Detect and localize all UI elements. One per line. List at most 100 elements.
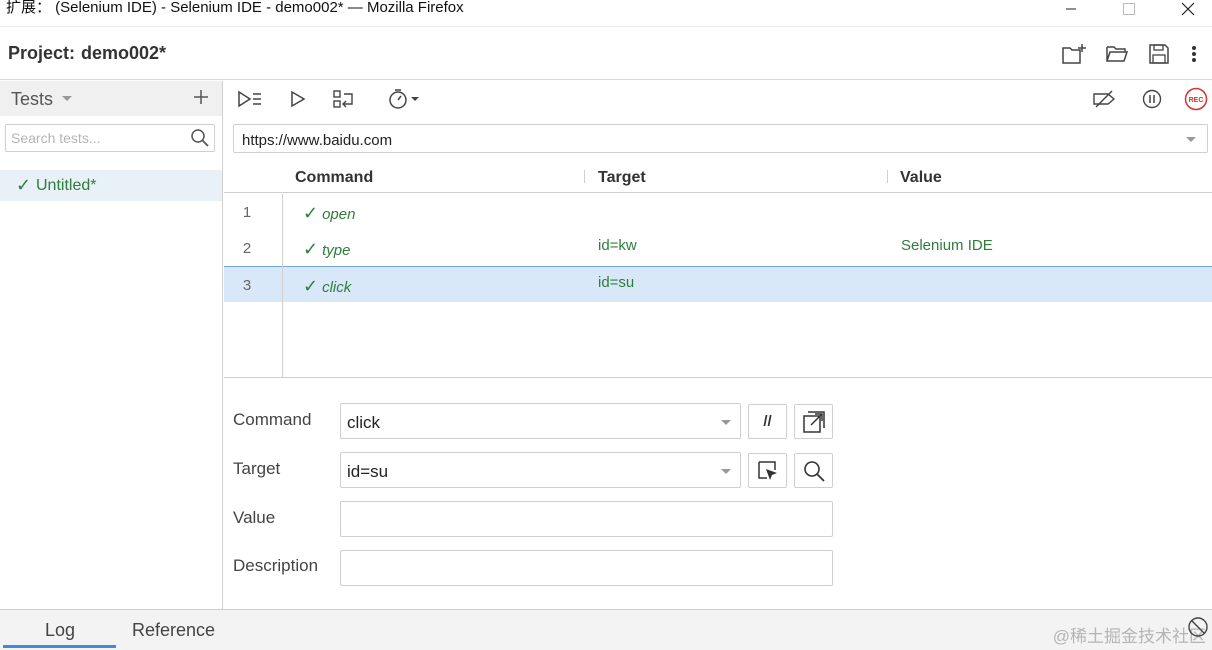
header-command: Command [295, 169, 374, 186]
row-target: id=su [598, 274, 635, 291]
comment-toggle-button[interactable]: // [748, 404, 787, 439]
commands-table: 1 ✓ open 2 ✓ type id=kw Selenium IDE 3 ✓ cl… [224, 194, 1212, 378]
search-tests-input[interactable] [11, 129, 186, 147]
play-icon [291, 90, 306, 108]
folder-open-icon [1106, 46, 1129, 62]
search-icon[interactable] [190, 128, 210, 148]
search-tests-box [5, 124, 215, 152]
command-input[interactable]: click [340, 403, 741, 439]
chevron-down-icon[interactable] [721, 469, 731, 474]
breakpoint-off-icon [1093, 90, 1116, 108]
chevron-down-icon [411, 97, 419, 101]
save-project-button[interactable] [1145, 40, 1173, 68]
console-tabs: Log Reference @稀土掘金技术社区 [0, 609, 1212, 650]
target-label: Target [233, 459, 281, 478]
row-command: ✓ open [303, 203, 355, 224]
base-url-value: https://www.baidu.com [242, 132, 393, 149]
tab-log[interactable]: Log [45, 620, 75, 641]
step-over-button[interactable] [330, 86, 358, 112]
clear-log-icon[interactable] [1187, 616, 1209, 638]
table-row[interactable]: 2 ✓ type id=kw Selenium IDE [224, 230, 1212, 266]
timer-icon [389, 89, 407, 109]
command-label: Command [233, 410, 312, 429]
svg-text:REC: REC [1189, 97, 1204, 104]
save-icon [1149, 44, 1169, 64]
select-element-icon [757, 460, 777, 480]
test-speed-button[interactable] [384, 86, 424, 112]
row-number: 3 [242, 277, 252, 294]
header-value: Value [900, 169, 942, 186]
command-input-value: click [347, 413, 381, 432]
run-all-icon [238, 90, 261, 108]
value-label: Value [233, 508, 276, 527]
chevron-down-icon[interactable] [1186, 137, 1196, 142]
select-target-button[interactable] [748, 453, 787, 488]
tests-dropdown[interactable]: Tests [11, 89, 53, 110]
pass-check-icon: ✓ [16, 175, 32, 195]
watermark: @稀土掘金技术社区 [1052, 627, 1206, 646]
header-target: Target [598, 169, 646, 186]
row-command: ✓ type [303, 239, 350, 260]
base-url-select[interactable]: https://www.baidu.com [233, 124, 1208, 153]
editor-toolbar: REC [224, 81, 1212, 117]
more-options-button[interactable] [1180, 40, 1208, 68]
command-name: type [322, 242, 351, 259]
tests-header: Tests [0, 81, 222, 116]
close-icon [1181, 2, 1195, 16]
commands-table-header: Command Target Value [224, 162, 1212, 193]
row-command: ✓ click [303, 276, 351, 297]
command-name: open [322, 206, 356, 223]
open-reference-button[interactable] [794, 404, 833, 439]
description-input[interactable] [340, 550, 833, 586]
tab-reference[interactable]: Reference [132, 620, 215, 641]
new-project-icon [1062, 44, 1086, 64]
project-header: Project: demo002* [0, 26, 1212, 80]
maximize-button[interactable] [1106, 0, 1152, 18]
test-item-untitled[interactable]: ✓ Untitled* [0, 170, 222, 201]
value-input[interactable] [340, 501, 833, 537]
external-link-icon [802, 410, 825, 433]
target-input[interactable]: id=su [340, 452, 741, 488]
table-row[interactable]: 1 ✓ open [224, 194, 1212, 230]
new-project-button[interactable] [1060, 40, 1088, 68]
project-label: Project: [8, 43, 76, 63]
row-number: 1 [242, 204, 252, 221]
command-name: click [322, 279, 352, 296]
close-window-button[interactable] [1165, 0, 1211, 18]
search-icon [803, 460, 825, 482]
minimize-button[interactable] [1048, 0, 1094, 18]
maximize-icon [1123, 3, 1135, 15]
line-number-gutter [282, 194, 283, 378]
active-tab-indicator [3, 645, 116, 648]
record-icon: REC [1184, 87, 1208, 111]
minimize-icon [1066, 8, 1076, 10]
disable-breakpoints-button[interactable] [1090, 86, 1118, 112]
description-label: Description [233, 556, 319, 575]
find-target-button[interactable] [794, 453, 833, 488]
run-all-tests-button[interactable] [236, 86, 264, 112]
pass-check-icon: ✓ [303, 239, 319, 259]
row-target: id=kw [598, 237, 637, 254]
more-vertical-icon [1192, 46, 1196, 62]
add-test-icon[interactable] [191, 87, 211, 107]
pause-on-exceptions-button[interactable] [1138, 86, 1166, 112]
pass-check-icon: ✓ [303, 276, 319, 296]
test-name: Untitled* [36, 177, 97, 194]
row-number: 2 [242, 240, 252, 257]
chevron-down-icon[interactable] [721, 420, 731, 425]
open-project-button[interactable] [1103, 40, 1131, 68]
record-button[interactable]: REC [1182, 86, 1210, 112]
row-value: Selenium IDE [901, 237, 993, 254]
window-titlebar: 扩展： (Selenium IDE) - Selenium IDE - demo… [0, 0, 1212, 22]
table-row-selected[interactable]: 3 ✓ click id=su [224, 266, 1212, 302]
window-title: 扩展： (Selenium IDE) - Selenium IDE - demo… [6, 0, 464, 16]
run-current-test-button[interactable] [284, 86, 312, 112]
pass-check-icon: ✓ [303, 203, 319, 223]
pause-icon [1142, 89, 1162, 109]
tests-sidebar: Tests ✓ Untitled* [0, 81, 223, 609]
column-divider[interactable] [584, 170, 585, 183]
column-divider[interactable] [887, 170, 888, 183]
project-name[interactable]: demo002* [81, 43, 166, 64]
step-icon [333, 90, 353, 108]
chevron-down-icon[interactable] [62, 96, 72, 101]
